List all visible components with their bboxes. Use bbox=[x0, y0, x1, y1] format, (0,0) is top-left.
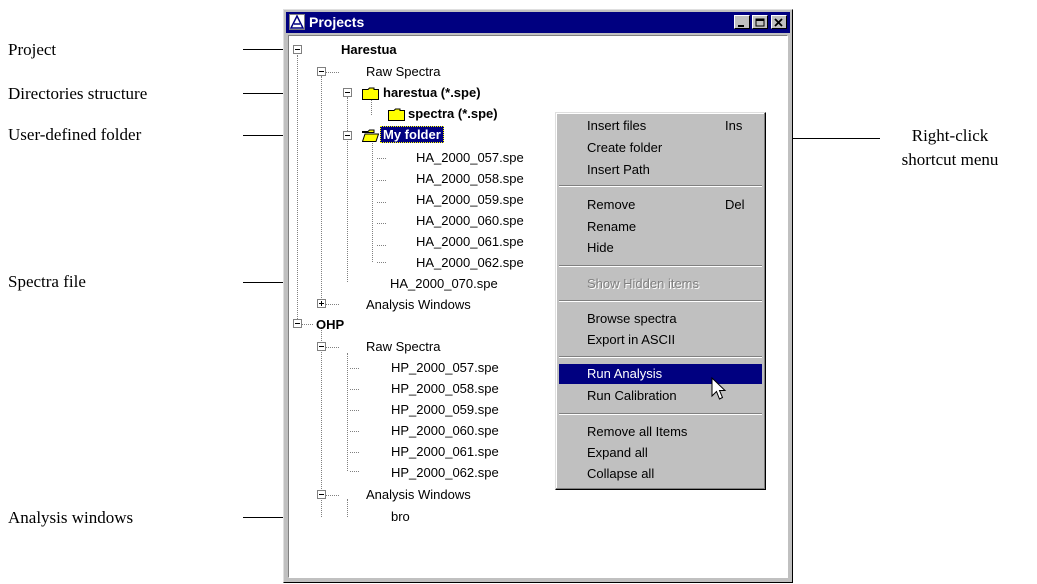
tree-line bbox=[350, 452, 359, 453]
open-folder-icon bbox=[362, 129, 379, 142]
close-button[interactable] bbox=[771, 15, 787, 29]
menu-item-export-ascii[interactable]: Export in ASCII bbox=[559, 330, 762, 350]
annotation-directories-structure: Directories structure bbox=[8, 84, 148, 103]
tree-line bbox=[377, 223, 386, 224]
menu-item-insert-files[interactable]: Insert files Ins bbox=[559, 116, 762, 136]
tree-file[interactable]: HA_2000_061.spe bbox=[416, 234, 524, 249]
tree-file[interactable]: HA_2000_057.spe bbox=[416, 150, 524, 165]
tree-line bbox=[326, 347, 339, 348]
collapse-toggle[interactable] bbox=[317, 490, 326, 499]
tree-line bbox=[377, 158, 386, 159]
minimize-button[interactable] bbox=[734, 15, 750, 29]
close-icon bbox=[774, 18, 783, 27]
app-icon bbox=[289, 14, 305, 30]
tree-line bbox=[350, 368, 359, 369]
collapse-toggle[interactable] bbox=[343, 88, 352, 97]
context-menu: Insert files Ins Create folder Insert Pa… bbox=[555, 112, 766, 490]
tree-line bbox=[326, 304, 339, 305]
folder-icon bbox=[362, 87, 379, 100]
annotation-analysis-windows: Analysis windows bbox=[8, 508, 134, 527]
tree-node-directory[interactable]: harestua (*.spe) bbox=[383, 85, 481, 100]
maximize-button[interactable] bbox=[752, 15, 768, 29]
tree-file[interactable]: HP_2000_058.spe bbox=[391, 381, 499, 396]
tree-file[interactable]: HA_2000_062.spe bbox=[416, 255, 524, 270]
tree-line bbox=[350, 471, 359, 472]
tree-line bbox=[347, 353, 348, 471]
tree-file[interactable]: HP_2000_057.spe bbox=[391, 360, 499, 375]
tree-file[interactable]: HA_2000_058.spe bbox=[416, 171, 524, 186]
tree-line bbox=[347, 499, 348, 517]
tree-file-loose[interactable]: HA_2000_070.spe bbox=[390, 276, 498, 291]
tree-line bbox=[377, 180, 386, 181]
menu-separator bbox=[559, 356, 762, 358]
tree-line bbox=[372, 141, 373, 262]
tree-file[interactable]: HA_2000_059.spe bbox=[416, 192, 524, 207]
tree-line bbox=[350, 389, 359, 390]
collapse-toggle[interactable] bbox=[293, 45, 302, 54]
tree-line bbox=[377, 245, 386, 246]
tree-line bbox=[321, 76, 322, 304]
menu-item-expand-all[interactable]: Expand all bbox=[559, 443, 762, 463]
tree-node-user-folder[interactable]: My folder bbox=[380, 126, 444, 143]
maximize-icon bbox=[755, 18, 765, 27]
tree-line bbox=[297, 55, 298, 323]
tree-project-harestua[interactable]: Harestua bbox=[341, 42, 397, 57]
collapse-toggle[interactable] bbox=[293, 319, 302, 328]
annotation-user-defined-folder: User-defined folder bbox=[8, 125, 142, 144]
tree-file[interactable]: HP_2000_062.spe bbox=[391, 465, 499, 480]
tree-node-subdirectory[interactable]: spectra (*.spe) bbox=[408, 106, 498, 121]
menu-item-remove[interactable]: Remove Del bbox=[559, 195, 762, 215]
menu-item-run-calibration[interactable]: Run Calibration bbox=[559, 386, 762, 406]
mouse-cursor-icon bbox=[711, 377, 727, 400]
tree-file[interactable]: HP_2000_060.spe bbox=[391, 423, 499, 438]
menu-item-remove-all[interactable]: Remove all Items bbox=[559, 422, 762, 442]
menu-separator bbox=[559, 185, 762, 187]
menu-item-collapse-all[interactable]: Collapse all bbox=[559, 464, 762, 484]
collapse-toggle[interactable] bbox=[343, 131, 352, 140]
tree-node-analysis-windows[interactable]: Analysis Windows bbox=[366, 487, 471, 502]
tree-analysis-window-item[interactable]: bro bbox=[391, 509, 410, 524]
tree-line bbox=[350, 410, 359, 411]
menu-item-run-analysis[interactable]: Run Analysis bbox=[559, 364, 762, 384]
window-title: Projects bbox=[309, 14, 365, 30]
menu-item-create-folder[interactable]: Create folder bbox=[559, 138, 762, 158]
title-bar[interactable]: Projects bbox=[286, 12, 790, 33]
tree-line bbox=[302, 324, 313, 325]
tree-file[interactable]: HP_2000_059.spe bbox=[391, 402, 499, 417]
annotation-spectra-file: Spectra file bbox=[8, 272, 86, 291]
collapse-toggle[interactable] bbox=[317, 342, 326, 351]
tree-line bbox=[326, 495, 339, 496]
tree-node-raw-spectra[interactable]: Raw Spectra bbox=[366, 339, 440, 354]
menu-item-rename[interactable]: Rename bbox=[559, 217, 762, 237]
tree-line bbox=[350, 431, 359, 432]
annotation-right-click-line2: shortcut menu bbox=[901, 150, 999, 169]
tree-node-raw-spectra[interactable]: Raw Spectra bbox=[366, 64, 440, 79]
folder-icon bbox=[388, 108, 405, 121]
tree-line bbox=[377, 262, 386, 263]
collapse-toggle[interactable] bbox=[317, 67, 326, 76]
tree-line bbox=[326, 72, 339, 73]
menu-item-show-hidden: Show Hidden items bbox=[587, 276, 699, 291]
expand-toggle[interactable] bbox=[317, 299, 326, 308]
tree-line bbox=[377, 202, 386, 203]
menu-separator bbox=[559, 265, 762, 267]
tree-file[interactable]: HP_2000_061.spe bbox=[391, 444, 499, 459]
tree-node-analysis-windows[interactable]: Analysis Windows bbox=[366, 297, 471, 312]
minimize-icon bbox=[738, 25, 744, 27]
tree-project-ohp[interactable]: OHP bbox=[316, 317, 344, 332]
menu-item-insert-path[interactable]: Insert Path bbox=[559, 160, 762, 180]
tree-file[interactable]: HA_2000_060.spe bbox=[416, 213, 524, 228]
annotation-right-click-line1: Right-click bbox=[911, 126, 989, 145]
tree-line bbox=[321, 327, 322, 517]
menu-item-browse-spectra[interactable]: Browse spectra bbox=[559, 309, 762, 329]
menu-separator bbox=[559, 413, 762, 415]
menu-item-hide[interactable]: Hide bbox=[559, 238, 762, 258]
annotation-project: Project bbox=[8, 40, 57, 59]
menu-separator bbox=[559, 300, 762, 302]
tree-line bbox=[347, 141, 348, 282]
